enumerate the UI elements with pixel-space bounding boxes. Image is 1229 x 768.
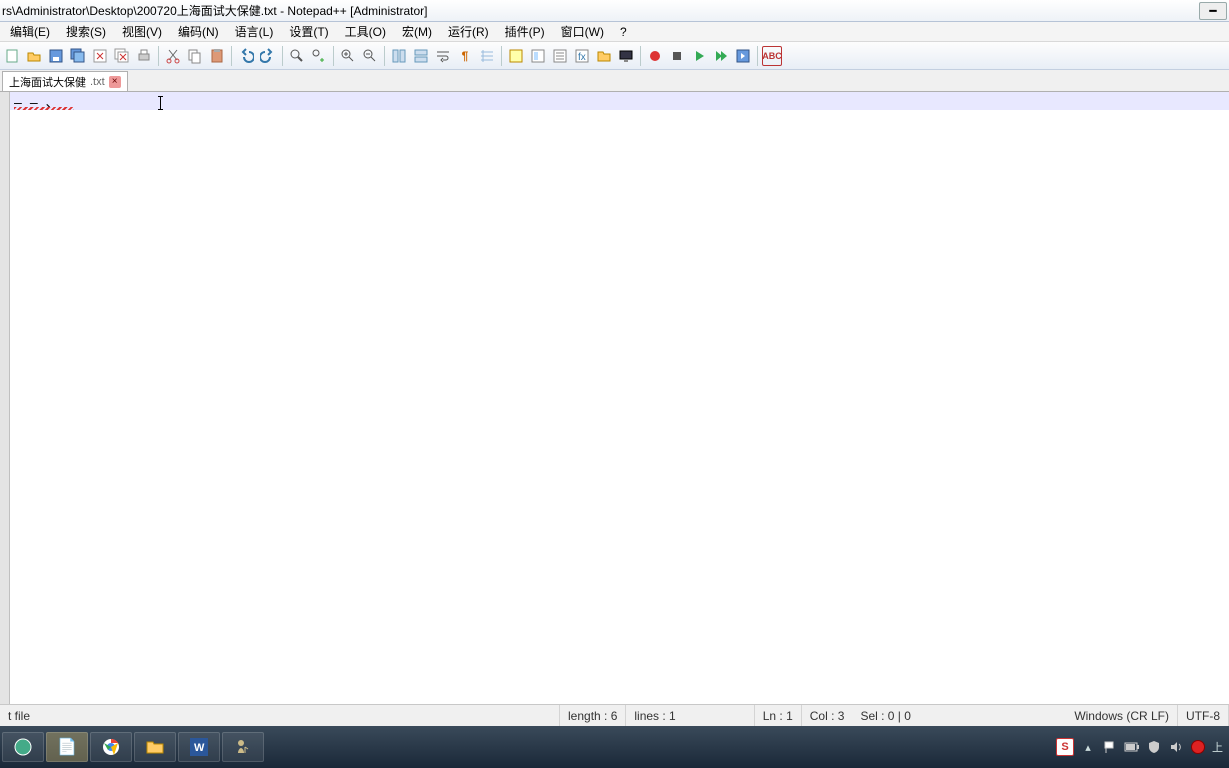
tab-filename: 上海面试大保健 bbox=[9, 74, 86, 90]
menu-window[interactable]: 窗口(W) bbox=[553, 21, 612, 42]
menu-language[interactable]: 语言(L) bbox=[227, 21, 282, 42]
function-list-icon[interactable]: fx bbox=[572, 46, 592, 66]
svg-text:W: W bbox=[194, 742, 205, 754]
taskbar-app2-icon[interactable]: 📄 bbox=[46, 732, 88, 762]
file-tabstrip: 上海面试大保健 .txt × bbox=[0, 70, 1229, 92]
status-eol[interactable]: Windows (CR LF) bbox=[1066, 705, 1178, 726]
menu-encoding[interactable]: 编码(N) bbox=[170, 21, 227, 42]
show-all-chars-icon[interactable]: ¶ bbox=[455, 46, 475, 66]
record-macro-icon[interactable] bbox=[645, 46, 665, 66]
svg-text:fx: fx bbox=[578, 52, 586, 63]
zoom-out-icon[interactable] bbox=[360, 46, 380, 66]
monitor-icon[interactable] bbox=[616, 46, 636, 66]
taskbar-app3-icon[interactable] bbox=[222, 732, 264, 762]
tray-battery-icon[interactable] bbox=[1124, 739, 1140, 755]
window-titlebar: rs\Administrator\Desktop\200720上海面试大保健.t… bbox=[0, 0, 1229, 22]
folder-workspace-icon[interactable] bbox=[594, 46, 614, 66]
save-all-icon[interactable] bbox=[68, 46, 88, 66]
sync-v-icon[interactable] bbox=[389, 46, 409, 66]
menu-help[interactable]: ? bbox=[612, 23, 635, 41]
menu-tools[interactable]: 工具(O) bbox=[337, 21, 394, 42]
separator-icon bbox=[282, 46, 283, 66]
taskbar-word-icon[interactable]: W bbox=[178, 732, 220, 762]
undo-icon[interactable] bbox=[236, 46, 256, 66]
menubar: 编辑(E) 搜索(S) 视图(V) 编码(N) 语言(L) 设置(T) 工具(O… bbox=[0, 22, 1229, 42]
menu-plugins[interactable]: 插件(P) bbox=[497, 21, 553, 42]
replace-icon[interactable] bbox=[309, 46, 329, 66]
status-filetype: t file bbox=[0, 705, 560, 726]
taskbar-chrome-icon[interactable] bbox=[90, 732, 132, 762]
doc-map-icon[interactable] bbox=[528, 46, 548, 66]
spellcheck-squiggle-icon bbox=[14, 107, 74, 110]
open-icon[interactable] bbox=[24, 46, 44, 66]
taskbar-app1-icon[interactable] bbox=[2, 732, 44, 762]
separator-icon bbox=[640, 46, 641, 66]
system-tray: S ▴ 上 bbox=[1056, 738, 1229, 756]
status-sel: Sel : 0 | 0 bbox=[852, 705, 918, 726]
zoom-in-icon[interactable] bbox=[338, 46, 358, 66]
stop-macro-icon[interactable] bbox=[667, 46, 687, 66]
doc-list-icon[interactable] bbox=[550, 46, 570, 66]
play-macro-icon[interactable] bbox=[689, 46, 709, 66]
separator-icon bbox=[384, 46, 385, 66]
sync-h-icon[interactable] bbox=[411, 46, 431, 66]
separator-icon bbox=[757, 46, 758, 66]
tab-close-icon[interactable]: × bbox=[109, 76, 121, 88]
tray-text: 上 bbox=[1212, 739, 1223, 755]
cut-icon[interactable] bbox=[163, 46, 183, 66]
tray-shield-icon[interactable] bbox=[1146, 739, 1162, 755]
status-col: Col : 3 bbox=[802, 705, 853, 726]
separator-icon bbox=[158, 46, 159, 66]
tray-sound-icon[interactable] bbox=[1168, 739, 1184, 755]
lang-userdef-icon[interactable] bbox=[506, 46, 526, 66]
print-icon[interactable] bbox=[134, 46, 154, 66]
save-icon[interactable] bbox=[46, 46, 66, 66]
status-encoding[interactable]: UTF-8 bbox=[1178, 705, 1229, 726]
tray-up-icon[interactable]: ▴ bbox=[1080, 739, 1096, 755]
file-tab-active[interactable]: 上海面试大保健 .txt × bbox=[2, 71, 128, 91]
menu-view[interactable]: 视图(V) bbox=[114, 21, 170, 42]
new-icon[interactable] bbox=[2, 46, 22, 66]
save-macro-icon[interactable] bbox=[733, 46, 753, 66]
menu-macro[interactable]: 宏(M) bbox=[394, 21, 440, 42]
separator-icon bbox=[231, 46, 232, 66]
status-ln: Ln : 1 bbox=[754, 705, 802, 726]
toolbar: ¶ fx ABC bbox=[0, 42, 1229, 70]
text-cursor-icon bbox=[160, 96, 161, 110]
find-icon[interactable] bbox=[287, 46, 307, 66]
current-line-highlight bbox=[10, 92, 1229, 110]
tray-ime-icon[interactable]: S bbox=[1056, 738, 1074, 756]
menu-edit[interactable]: 编辑(E) bbox=[2, 21, 58, 42]
separator-icon bbox=[333, 46, 334, 66]
minimize-button[interactable]: ━ bbox=[1199, 2, 1227, 20]
status-lines: lines : 1 bbox=[626, 705, 683, 726]
window-title: rs\Administrator\Desktop\200720上海面试大保健.t… bbox=[2, 2, 428, 19]
statusbar: t file length : 6 lines : 1 Ln : 1 Col :… bbox=[0, 704, 1229, 726]
menu-settings[interactable]: 设置(T) bbox=[281, 21, 336, 42]
taskbar-explorer-icon[interactable] bbox=[134, 732, 176, 762]
tray-record-icon[interactable] bbox=[1190, 739, 1206, 755]
paste-icon[interactable] bbox=[207, 46, 227, 66]
menu-run[interactable]: 运行(R) bbox=[440, 21, 497, 42]
redo-icon[interactable] bbox=[258, 46, 278, 66]
menu-search[interactable]: 搜索(S) bbox=[58, 21, 114, 42]
play-multi-icon[interactable] bbox=[711, 46, 731, 66]
tab-ext: .txt bbox=[90, 76, 105, 88]
wordwrap-icon[interactable] bbox=[433, 46, 453, 66]
text-editor[interactable]: ——、 bbox=[0, 92, 1229, 704]
close-all-icon[interactable] bbox=[112, 46, 132, 66]
indent-guide-icon[interactable] bbox=[477, 46, 497, 66]
close-icon[interactable] bbox=[90, 46, 110, 66]
copy-icon[interactable] bbox=[185, 46, 205, 66]
separator-icon bbox=[501, 46, 502, 66]
tray-flag-icon[interactable] bbox=[1102, 739, 1118, 755]
editor-gutter bbox=[0, 92, 10, 704]
windows-taskbar: 📄 W S ▴ 上 bbox=[0, 726, 1229, 768]
status-length: length : 6 bbox=[560, 705, 626, 726]
spellcheck-icon[interactable]: ABC bbox=[762, 46, 782, 66]
